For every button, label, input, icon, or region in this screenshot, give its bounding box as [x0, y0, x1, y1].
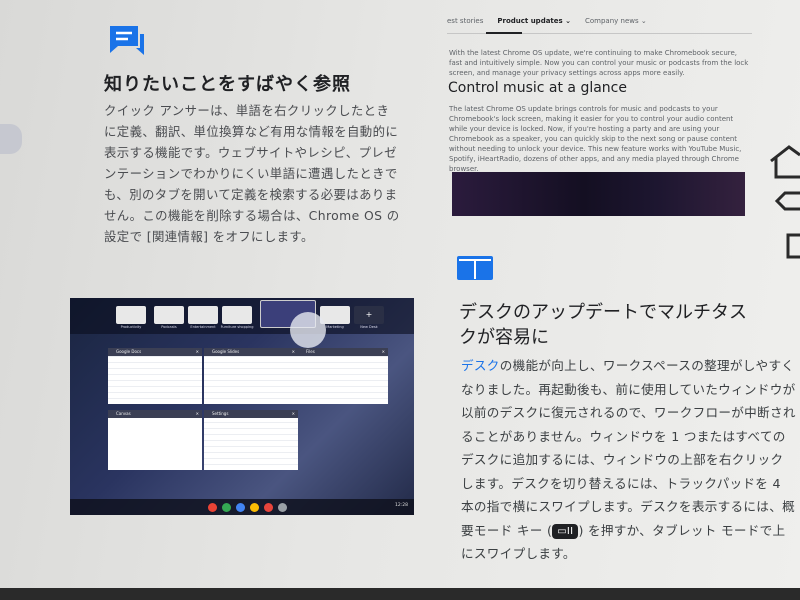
desks-text-a: の機能が向上し、ワークスペースの整理がしやすくなりました。再起動後も、前に使用し… — [461, 358, 796, 538]
device-bezel — [0, 588, 800, 600]
youtube-icon[interactable] — [264, 503, 273, 512]
overview-window[interactable]: Files — [298, 348, 388, 404]
desks-paragraph: デスクの機能が向上し、ワークスペースの整理がしやすくなりました。再起動後も、前に… — [461, 354, 796, 566]
desk-label: Furniture shopping — [220, 325, 254, 329]
new-desk-button[interactable]: + — [354, 306, 384, 324]
desk-label: Podcasts — [161, 325, 177, 329]
desk-thumbnail[interactable] — [154, 306, 184, 324]
window-title: Google Docs — [108, 348, 202, 356]
tab-company-news[interactable]: Company news ⌄ — [585, 17, 647, 25]
back-icon[interactable] — [773, 187, 800, 217]
lock-screen-image — [452, 172, 745, 216]
article-tabs: est stories Product updates ⌄ Company ne… — [447, 17, 647, 25]
quick-answers-paragraph: クイック アンサーは、単語を右クリックしたときに定義、翻訳、単位換算など有用な情… — [104, 103, 400, 244]
overview-window[interactable]: Canvas — [108, 410, 202, 470]
desks-icon — [457, 256, 493, 280]
desk-thumbnail[interactable] — [222, 306, 252, 324]
docs-icon[interactable] — [250, 503, 259, 512]
desk-label: New Desk — [360, 325, 378, 329]
settings-icon[interactable] — [278, 503, 287, 512]
overview-window[interactable]: Settings — [204, 410, 298, 470]
intro-paragraph: With the latest Chrome OS update, we're … — [449, 49, 749, 77]
desk-thumbnail[interactable] — [320, 306, 350, 324]
play-store-icon[interactable] — [222, 503, 231, 512]
files-icon[interactable] — [236, 503, 245, 512]
shelf: 12:28 — [70, 499, 414, 515]
active-tab-indicator — [486, 32, 522, 34]
desk-label: Productivity — [120, 325, 142, 329]
tab-product-updates[interactable]: Product updates ⌄ — [497, 17, 571, 25]
recent-apps-icon[interactable] — [786, 233, 800, 259]
window-title: Files — [298, 348, 388, 356]
chromebook-overview-screenshot: Productivity Podcasts Entertainment Furn… — [70, 298, 414, 515]
overview-window[interactable]: Google Slides — [204, 348, 298, 404]
chat-bubbles-icon — [110, 26, 144, 55]
back-gesture-handle[interactable] — [0, 124, 22, 154]
window-title: Google Slides — [204, 348, 298, 356]
desk-thumbnail[interactable] — [188, 306, 218, 324]
desks-link[interactable]: デスク — [461, 358, 500, 373]
window-title: Canvas — [108, 410, 202, 418]
clock[interactable]: 12:28 — [395, 503, 408, 508]
tab-stories[interactable]: est stories — [447, 17, 483, 25]
touch-indicator — [290, 312, 326, 348]
home-icon[interactable] — [769, 143, 800, 179]
control-music-heading: Control music at a glance — [448, 80, 627, 96]
desks-heading: デスクのアップデートでマルチタスクが容易に — [459, 302, 747, 348]
overview-key-badge: ▭II — [552, 523, 579, 539]
overview-window[interactable]: Google Docs — [108, 348, 202, 404]
control-music-paragraph: The latest Chrome OS update brings contr… — [449, 105, 742, 173]
desk-label: Entertainment — [190, 325, 216, 329]
window-title: Settings — [204, 410, 298, 418]
screen: 知りたいことをすばやく参照 クイック アンサーは、単語を右クリックしたときに定義… — [0, 0, 800, 590]
chrome-icon[interactable] — [208, 503, 217, 512]
desk-thumbnail[interactable] — [116, 306, 146, 324]
quick-answers-heading: 知りたいことをすばやく参照 — [104, 74, 351, 95]
